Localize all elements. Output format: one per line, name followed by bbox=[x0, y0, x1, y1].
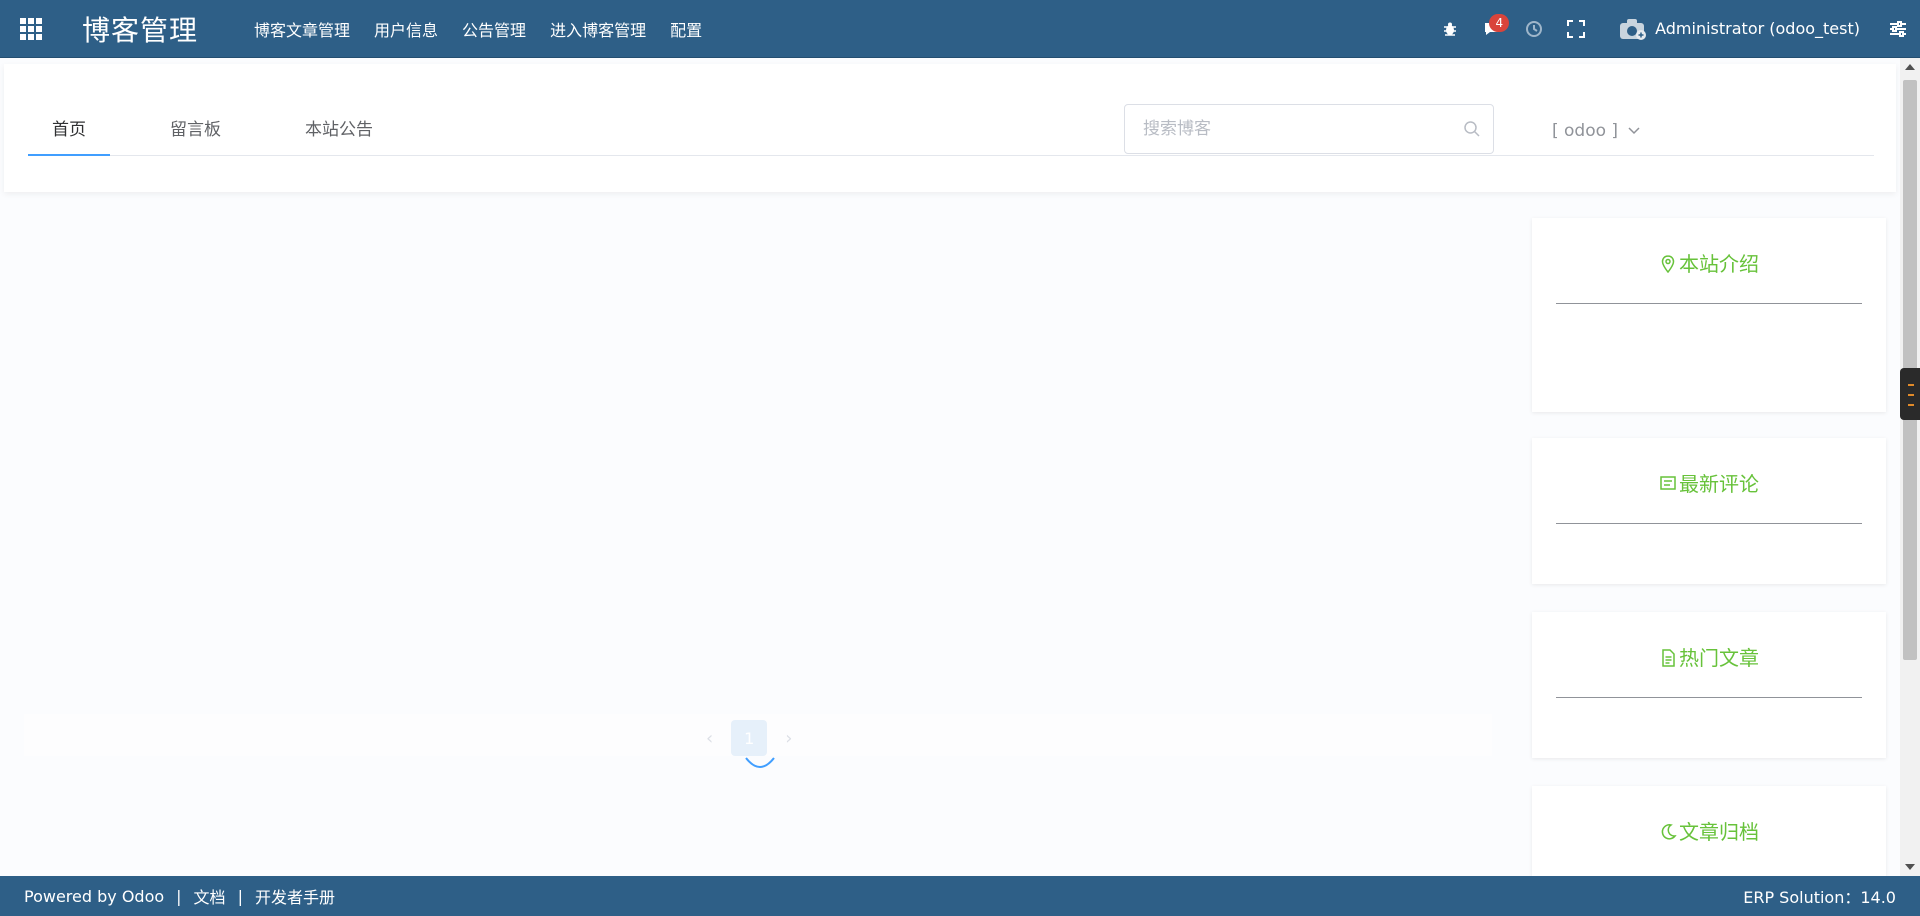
search-input[interactable] bbox=[1125, 105, 1445, 153]
menu-config[interactable]: 配置 bbox=[670, 17, 702, 41]
user-dropdown[interactable]: [ odoo ] bbox=[1552, 121, 1640, 141]
card-latest-comments: 最新评论 bbox=[1532, 438, 1886, 584]
comment-box-icon bbox=[1660, 476, 1676, 490]
messages-badge: 4 bbox=[1489, 13, 1510, 32]
powered-by-link[interactable]: Powered by Odoo bbox=[24, 887, 164, 906]
search-box bbox=[1124, 104, 1494, 154]
fullscreen-icon[interactable] bbox=[1555, 0, 1597, 58]
card-archive: 文章归档 bbox=[1532, 786, 1886, 876]
user-menu[interactable]: Administrator (odoo_test) bbox=[1619, 17, 1860, 41]
vertical-scrollbar[interactable] bbox=[1900, 58, 1920, 876]
systray: 4 Administrator (odoo_test) bbox=[1429, 0, 1920, 58]
loading-spinner-icon bbox=[745, 757, 775, 768]
app-title: 博客管理 bbox=[82, 13, 199, 47]
card-title: 本站介绍 bbox=[1556, 254, 1862, 304]
user-name: Administrator (odoo_test) bbox=[1655, 19, 1860, 38]
next-page-button[interactable]: › bbox=[785, 728, 792, 749]
card-popular-posts: 热门文章 bbox=[1532, 612, 1886, 758]
page-number-button[interactable]: 1 bbox=[731, 720, 768, 756]
main-menu: 博客文章管理 用户信息 公告管理 进入博客管理 配置 bbox=[254, 17, 702, 41]
docs-link[interactable]: 文档 bbox=[194, 884, 226, 908]
user-dropdown-label: [ odoo ] bbox=[1552, 121, 1619, 141]
apps-menu-icon[interactable] bbox=[0, 0, 62, 58]
dev-manual-link[interactable]: 开发者手册 bbox=[255, 884, 335, 908]
moon-icon bbox=[1661, 824, 1677, 840]
prev-page-button[interactable]: ‹ bbox=[706, 728, 713, 749]
version-label: ERP Solution：14.0 bbox=[1743, 888, 1896, 907]
location-pin-icon bbox=[1661, 255, 1675, 273]
tab-message-board[interactable]: 留言板 bbox=[146, 104, 245, 156]
blog-header-panel: 首页 留言板 本站公告 [ odoo ] bbox=[4, 64, 1896, 192]
sliders-settings-icon[interactable] bbox=[1882, 0, 1914, 58]
menu-blog-posts[interactable]: 博客文章管理 bbox=[254, 17, 350, 41]
card-title: 热门文章 bbox=[1556, 648, 1862, 698]
pagination: ‹ 1 › bbox=[706, 720, 792, 756]
messages-icon[interactable]: 4 bbox=[1471, 0, 1513, 58]
scroll-down-arrow-icon[interactable] bbox=[1905, 864, 1915, 870]
card-title: 最新评论 bbox=[1556, 474, 1862, 524]
card-site-intro: 本站介绍 bbox=[1532, 218, 1886, 412]
card-title: 文章归档 bbox=[1556, 822, 1862, 872]
top-navbar: 博客管理 博客文章管理 用户信息 公告管理 进入博客管理 配置 4 Admini… bbox=[0, 0, 1920, 58]
avatar-camera-icon bbox=[1620, 18, 1647, 40]
main-content: 首页 留言板 本站公告 [ odoo ] ‹ 1 › 本站介绍 最新评论 bbox=[0, 58, 1900, 876]
scroll-up-arrow-icon[interactable] bbox=[1905, 64, 1915, 70]
debug-icon[interactable] bbox=[1429, 0, 1471, 58]
chevron-down-icon bbox=[1628, 127, 1640, 135]
side-panel-handle[interactable] bbox=[1900, 368, 1920, 420]
document-icon bbox=[1662, 649, 1675, 667]
tab-site-announcement[interactable]: 本站公告 bbox=[281, 104, 397, 156]
activity-clock-icon[interactable] bbox=[1513, 0, 1555, 58]
footer: Powered by Odoo | 文档 | 开发者手册 ERP Solutio… bbox=[0, 876, 1920, 916]
menu-user-info[interactable]: 用户信息 bbox=[374, 17, 438, 41]
tab-home[interactable]: 首页 bbox=[28, 104, 110, 156]
menu-announcements[interactable]: 公告管理 bbox=[462, 17, 526, 41]
menu-enter-blog-admin[interactable]: 进入博客管理 bbox=[550, 17, 646, 41]
search-icon[interactable] bbox=[1463, 120, 1481, 138]
